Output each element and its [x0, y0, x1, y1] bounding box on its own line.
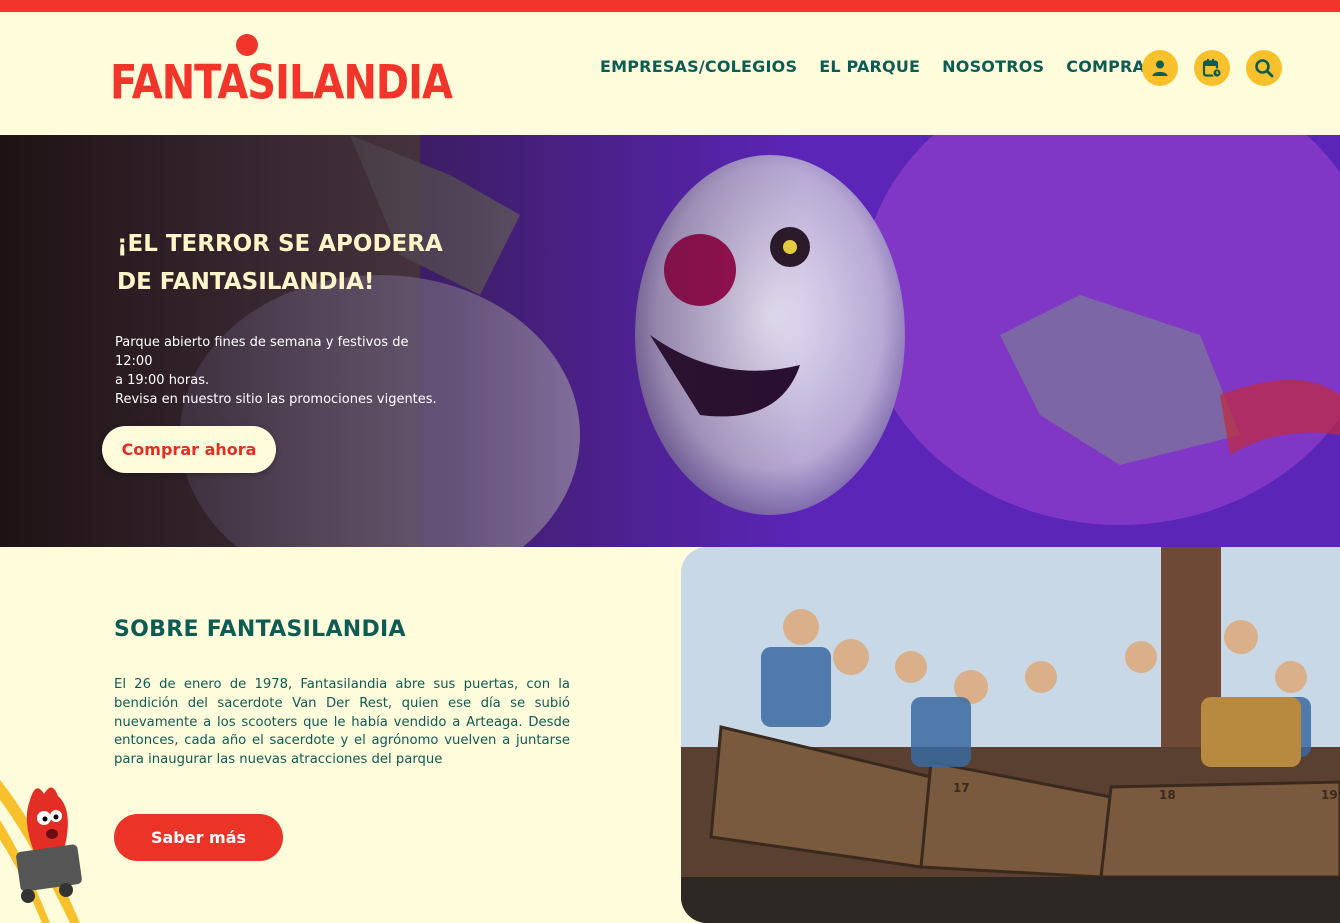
search-button[interactable]: [1246, 50, 1282, 86]
top-accent-bar: [0, 0, 1340, 12]
hero-info: Parque abierto fines de semana y festivo…: [115, 333, 445, 409]
roller-coaster-photo: 17 18 19: [681, 547, 1340, 923]
saber-mas-button[interactable]: Saber más: [114, 814, 283, 861]
search-icon: [1255, 59, 1274, 78]
account-button[interactable]: [1142, 50, 1178, 86]
hero-banner: ¡EL TERROR SE APODERA DE FANTASILANDIA! …: [0, 135, 1340, 547]
hero-info-line-1: Parque abierto fines de semana y festivo…: [115, 335, 409, 369]
comprar-ahora-button[interactable]: Comprar ahora: [102, 426, 276, 473]
hero-info-line-3: Revisa en nuestro sitio las promociones …: [115, 392, 437, 407]
fantasilandia-logo[interactable]: FANTASILANDIA: [110, 32, 453, 112]
hero-title-line-2: DE FANTASILANDIA!: [117, 269, 375, 295]
nav-empresas-colegios[interactable]: EMPRESAS/COLEGIOS: [600, 57, 797, 76]
about-title: SOBRE FANTASILANDIA: [114, 617, 406, 642]
nav-el-parque[interactable]: EL PARQUE: [819, 57, 920, 76]
hero-info-line-2: a 19:00 horas.: [115, 373, 210, 388]
logo-dot: [236, 34, 258, 56]
car-number-17: 17: [953, 781, 970, 795]
hero-title-line-1: ¡EL TERROR SE APODERA: [117, 231, 443, 257]
calendar-button[interactable]: [1194, 50, 1230, 86]
mascot-illustration: [0, 780, 82, 923]
car-number-19: 19: [1321, 788, 1338, 802]
car-number-18: 18: [1159, 788, 1176, 802]
about-body: El 26 de enero de 1978, Fantasilandia ab…: [114, 677, 570, 768]
logo-text: FANTASILANDIA: [110, 56, 453, 111]
calendar-clock-icon: [1202, 59, 1222, 78]
main-nav: EMPRESAS/COLEGIOS EL PARQUE NOSOTROS COM…: [600, 57, 1158, 76]
roller-coaster-image: 17 18 19: [681, 547, 1340, 923]
user-icon: [1152, 60, 1168, 76]
site-header: FANTASILANDIA EMPRESAS/COLEGIOS EL PARQU…: [0, 12, 1340, 135]
nav-nosotros[interactable]: NOSOTROS: [942, 57, 1044, 76]
hero-title: ¡EL TERROR SE APODERA DE FANTASILANDIA!: [117, 225, 457, 301]
